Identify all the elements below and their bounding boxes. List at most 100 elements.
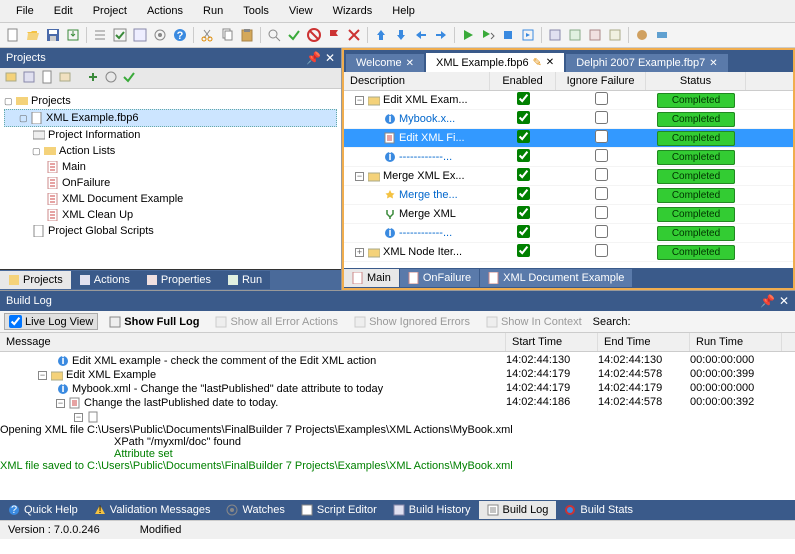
gear-icon[interactable]: [151, 26, 169, 44]
ptool7-icon[interactable]: [122, 70, 138, 86]
show-errors[interactable]: Show all Error Actions: [210, 314, 343, 330]
tool1-icon[interactable]: [633, 26, 651, 44]
up-icon[interactable]: [372, 26, 390, 44]
tree-info[interactable]: Project Information: [4, 127, 337, 143]
pin-icon[interactable]: 📌: [306, 51, 321, 65]
log-row[interactable]: iEdit XML example - check the comment of…: [0, 354, 795, 368]
expand-icon[interactable]: −: [74, 413, 83, 422]
doc-tab[interactable]: Delphi 2007 Example.fbp7✕: [566, 54, 727, 72]
grid-row[interactable]: i------------...Completed: [344, 148, 793, 167]
menu-view[interactable]: View: [279, 3, 323, 19]
paste-icon[interactable]: [238, 26, 256, 44]
close-icon[interactable]: ✕: [546, 57, 554, 68]
close-icon[interactable]: ✕: [325, 51, 335, 65]
flag-icon[interactable]: [325, 26, 343, 44]
close-icon[interactable]: ✕: [779, 294, 789, 308]
ignore-checkbox[interactable]: [595, 244, 608, 257]
ptool5-icon[interactable]: [86, 70, 102, 86]
left-tab-projects[interactable]: Projects: [0, 271, 71, 289]
menu-actions[interactable]: Actions: [137, 3, 193, 19]
left-tab-properties[interactable]: Properties: [138, 271, 219, 289]
check-icon[interactable]: [111, 26, 129, 44]
menu-file[interactable]: File: [6, 3, 44, 19]
grid-row[interactable]: iMybook.x...Completed: [344, 110, 793, 129]
tool2-icon[interactable]: [653, 26, 671, 44]
tree-global[interactable]: Project Global Scripts: [4, 223, 337, 239]
ignore-checkbox[interactable]: [595, 206, 608, 219]
ignore-checkbox[interactable]: [595, 187, 608, 200]
ignore-checkbox[interactable]: [595, 149, 608, 162]
footer-tab-build-history[interactable]: Build History: [385, 501, 479, 519]
tree-actions[interactable]: ▢Action Lists: [4, 143, 337, 159]
expand-icon[interactable]: −: [355, 172, 364, 181]
left-tab-actions[interactable]: Actions: [71, 271, 138, 289]
enabled-checkbox[interactable]: [517, 168, 530, 181]
col-status[interactable]: Status: [646, 72, 746, 90]
footer-tab-build-log[interactable]: Build Log: [479, 501, 557, 519]
show-ignored[interactable]: Show Ignored Errors: [349, 314, 475, 330]
grid-row[interactable]: −Edit XML Exam...Completed: [344, 91, 793, 110]
expand-icon[interactable]: +: [355, 248, 364, 257]
grid-row[interactable]: Edit XML Fi...Completed: [344, 129, 793, 148]
run-drop-icon[interactable]: [479, 26, 497, 44]
grid-row[interactable]: Merge XMLCompleted: [344, 205, 793, 224]
search-icon[interactable]: [265, 26, 283, 44]
col-run[interactable]: Run Time: [690, 333, 782, 351]
export-icon[interactable]: [64, 26, 82, 44]
enabled-checkbox[interactable]: [517, 244, 530, 257]
bottom-tab[interactable]: OnFailure: [400, 269, 479, 287]
footer-tab-watches[interactable]: Watches: [218, 501, 292, 519]
footer-tab-quick-help[interactable]: ?Quick Help: [0, 501, 86, 519]
ignore-checkbox[interactable]: [595, 225, 608, 238]
footer-tab-build-stats[interactable]: Build Stats: [556, 501, 641, 519]
ignore-checkbox[interactable]: [595, 168, 608, 181]
task3-icon[interactable]: [586, 26, 604, 44]
ignore-checkbox[interactable]: [595, 92, 608, 105]
log-row[interactable]: −Edit XML Example14:02:44:17914:02:44:57…: [0, 368, 795, 382]
run-icon[interactable]: [459, 26, 477, 44]
step-icon[interactable]: [519, 26, 537, 44]
list-icon[interactable]: [91, 26, 109, 44]
tree-file[interactable]: ▢XML Example.fbp6: [4, 109, 337, 127]
help-icon[interactable]: ?: [171, 26, 189, 44]
new-icon[interactable]: [4, 26, 22, 44]
delete-icon[interactable]: [345, 26, 363, 44]
show-context[interactable]: Show In Context: [481, 314, 587, 330]
pin-icon[interactable]: 📌: [760, 294, 775, 308]
tree-clean[interactable]: XML Clean Up: [4, 207, 337, 223]
col-end[interactable]: End Time: [598, 333, 690, 351]
expand-icon[interactable]: −: [56, 399, 65, 408]
grid-row[interactable]: +XML Node Iter...Completed: [344, 243, 793, 262]
col-message[interactable]: Message: [0, 333, 506, 351]
task4-icon[interactable]: [606, 26, 624, 44]
open-icon[interactable]: [24, 26, 42, 44]
grid-row[interactable]: Merge the...Completed: [344, 186, 793, 205]
bottom-tab[interactable]: XML Document Example: [480, 269, 632, 287]
ptool2-icon[interactable]: [22, 70, 38, 86]
log-row[interactable]: iMybook.xml - Change the "lastPublished"…: [0, 382, 795, 396]
task2-icon[interactable]: [566, 26, 584, 44]
enabled-checkbox[interactable]: [517, 187, 530, 200]
col-start[interactable]: Start Time: [506, 333, 598, 351]
ptool4-icon[interactable]: [58, 70, 74, 86]
tree-onfail[interactable]: OnFailure: [4, 175, 337, 191]
right-icon[interactable]: [432, 26, 450, 44]
down-icon[interactable]: [392, 26, 410, 44]
ptool1-icon[interactable]: [4, 70, 20, 86]
expand-icon[interactable]: −: [38, 371, 47, 380]
left-icon[interactable]: [412, 26, 430, 44]
enabled-checkbox[interactable]: [517, 149, 530, 162]
col-description[interactable]: Description: [344, 72, 490, 90]
ptool6-icon[interactable]: [104, 70, 120, 86]
tree-main[interactable]: Main: [4, 159, 337, 175]
menu-edit[interactable]: Edit: [44, 3, 83, 19]
log-row[interactable]: −: [0, 410, 795, 424]
doc-tab[interactable]: Welcome✕: [346, 54, 424, 72]
ignore-checkbox[interactable]: [595, 130, 608, 143]
ignore-checkbox[interactable]: [595, 111, 608, 124]
col-ignore[interactable]: Ignore Failure: [556, 72, 646, 90]
cut-icon[interactable]: [198, 26, 216, 44]
doc-tab[interactable]: XML Example.fbp6 ✎✕: [426, 53, 564, 72]
ptool3-icon[interactable]: [40, 70, 56, 86]
left-tab-run[interactable]: Run: [219, 271, 270, 289]
